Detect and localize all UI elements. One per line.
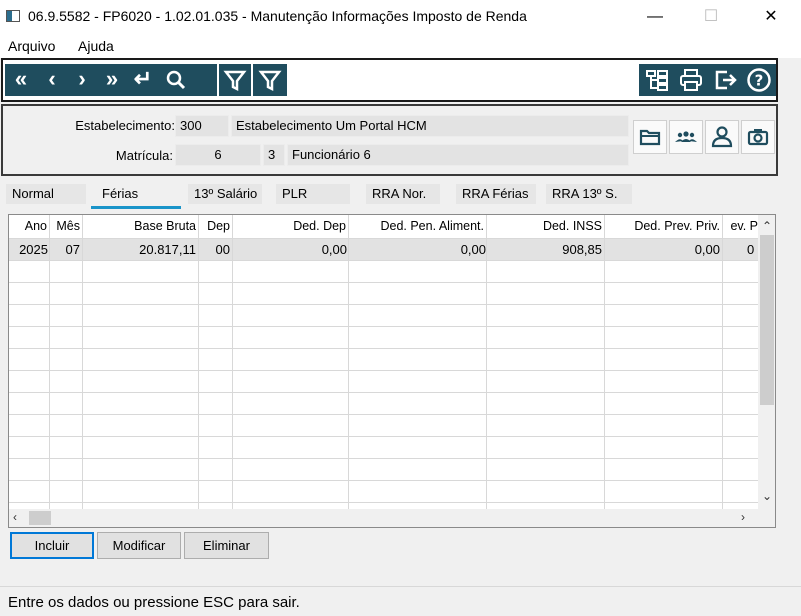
tab-13-salario[interactable]: 13º Salário [188, 184, 262, 204]
tab-plr[interactable]: PLR [276, 184, 350, 204]
go-to-icon[interactable]: ↵ [127, 64, 159, 96]
last-icon[interactable]: » [97, 64, 127, 96]
cell-dep: 00 [215, 242, 230, 257]
tab-rra-13-s[interactable]: RRA 13º S. [546, 184, 632, 204]
vertical-scroll-thumb[interactable] [760, 235, 774, 405]
print-icon[interactable] [675, 64, 707, 96]
right-toolbar-group: ? [639, 64, 776, 96]
header-panel: Estabelecimento: 300 Estabelecimento Um … [1, 104, 778, 176]
window-title: 06.9.5582 - FP6020 - 1.02.01.035 - Manut… [28, 8, 527, 24]
tab-ferias[interactable]: Férias [96, 184, 180, 204]
menu-arquivo[interactable]: Arquivo [8, 38, 55, 54]
column-header-ded-prev-priv[interactable]: Ded. Prev. Priv. [605, 219, 720, 233]
column-header-ano[interactable]: Ano [9, 219, 47, 233]
cell-base-bruta: 20.817,11 [139, 242, 196, 257]
active-tab-indicator [91, 206, 181, 209]
toolbar: « ‹ › » ↵ ? [1, 58, 778, 102]
row-divider [9, 414, 759, 415]
column-header-mes[interactable]: Mês [50, 219, 80, 233]
search-icon[interactable] [159, 64, 193, 96]
group-icon[interactable] [669, 120, 703, 154]
row-divider [9, 260, 759, 261]
exit-icon[interactable] [709, 64, 741, 96]
horizontal-scroll-thumb[interactable] [29, 511, 51, 525]
app-icon [6, 10, 20, 22]
first-icon[interactable]: « [5, 64, 37, 96]
incluir-button[interactable]: Incluir [10, 532, 94, 559]
scroll-up-icon[interactable]: ⌃ [762, 219, 772, 233]
scroll-left-icon[interactable]: ‹ [13, 510, 17, 524]
status-text: Entre os dados ou pressione ESC para sai… [8, 594, 300, 611]
cell-ded-inss: 908,85 [562, 242, 602, 257]
next-icon[interactable]: › [67, 64, 97, 96]
filter-icon[interactable] [219, 64, 251, 96]
tab-rra-nor[interactable]: RRA Nor. [366, 184, 440, 204]
cell-ano: 2025 [19, 242, 48, 257]
estabelecimento-code-field[interactable]: 300 [175, 115, 229, 137]
row-divider [9, 392, 759, 393]
menu-bar: Arquivo Ajuda [0, 34, 801, 58]
column-header-ded-pen-aliment[interactable]: Ded. Pen. Aliment. [349, 219, 484, 233]
nav-toolbar-group: « ‹ › » ↵ [5, 64, 217, 96]
eliminar-button[interactable]: Eliminar [184, 532, 269, 559]
minimize-button[interactable]: — [632, 4, 678, 30]
cell-ded-dep: 0,00 [321, 242, 347, 257]
modificar-button[interactable]: Modificar [97, 532, 181, 559]
estabelecimento-name-field: Estabelecimento Um Portal HCM [231, 115, 629, 137]
row-divider [9, 458, 759, 459]
maximize-button[interactable]: ☐ [688, 4, 734, 30]
column-header-ded-dep[interactable]: Ded. Dep [233, 219, 346, 233]
help-icon[interactable]: ? [743, 64, 775, 96]
tab-normal[interactable]: Normal [6, 184, 86, 204]
cell-ded-prev-priv: 0,00 [694, 242, 720, 257]
previous-icon[interactable]: ‹ [37, 64, 67, 96]
column-header-dep[interactable]: Dep [199, 219, 230, 233]
column-header-ev-p[interactable]: ev. P [723, 219, 758, 233]
column-header-ded-inss[interactable]: Ded. INSS [487, 219, 602, 233]
scroll-right-icon[interactable]: › [741, 510, 745, 524]
horizontal-scrollbar[interactable]: ‹ › [9, 509, 775, 527]
user-icon[interactable] [705, 120, 739, 154]
estabelecimento-label: Estabelecimento: [75, 118, 175, 133]
close-button[interactable]: ✕ [748, 4, 794, 30]
cell-ev-p: 0 [747, 242, 755, 257]
folder-icon[interactable] [633, 120, 667, 154]
matricula-label: Matrícula: [115, 148, 173, 163]
scroll-down-icon[interactable]: ⌄ [762, 489, 772, 503]
matricula-code-field[interactable]: 6 [175, 144, 261, 166]
row-divider [9, 304, 759, 305]
row-divider [9, 480, 759, 481]
filter-alt-icon[interactable] [253, 64, 287, 96]
cell-ded-pen-aliment: 0,00 [460, 242, 486, 257]
matricula-name-field: Funcionário 6 [287, 144, 629, 166]
structure-icon[interactable] [641, 64, 673, 96]
row-divider [9, 348, 759, 349]
vertical-scrollbar[interactable]: ⌃ ⌄ [758, 215, 775, 509]
row-divider [9, 282, 759, 283]
column-header-base-bruta[interactable]: Base Bruta [83, 219, 196, 233]
row-divider [9, 370, 759, 371]
data-table: Ano Mês Base Bruta Dep Ded. Dep Ded. Pen… [8, 214, 776, 528]
cell-mes: 07 [65, 242, 80, 257]
menu-ajuda[interactable]: Ajuda [78, 38, 114, 54]
camera-icon[interactable] [741, 120, 775, 154]
tab-rra-ferias[interactable]: RRA Férias [456, 184, 536, 204]
svg-text:?: ? [755, 72, 764, 90]
tab-bar: Normal Férias 13º Salário PLR RRA Nor. R… [0, 180, 801, 208]
row-divider [9, 326, 759, 327]
row-divider [9, 238, 759, 239]
title-bar: 06.9.5582 - FP6020 - 1.02.01.035 - Manut… [0, 0, 801, 34]
row-divider [9, 502, 759, 503]
status-bar: Entre os dados ou pressione ESC para sai… [0, 586, 801, 616]
matricula-digit-field: 3 [263, 144, 285, 166]
row-divider [9, 436, 759, 437]
